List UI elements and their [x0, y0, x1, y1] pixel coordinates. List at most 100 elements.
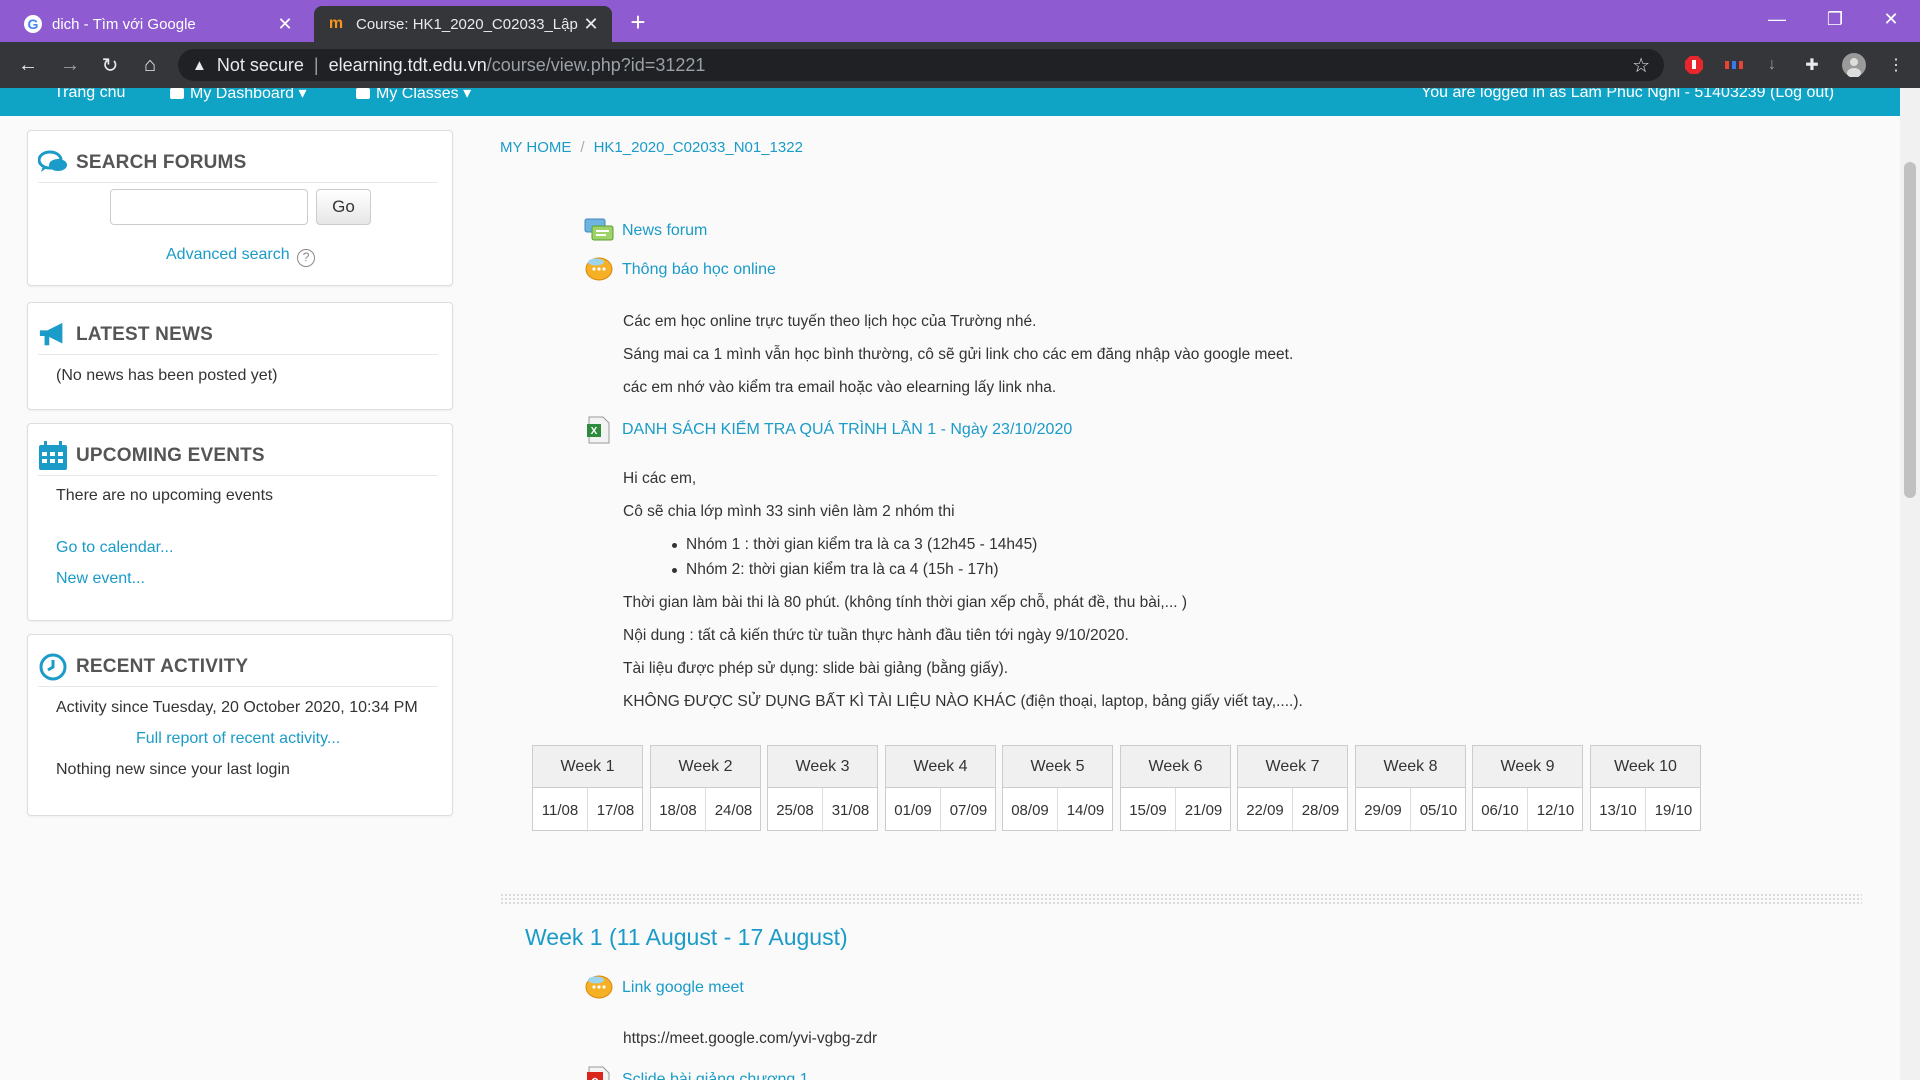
week-end-date: 31/08	[831, 801, 870, 819]
week-end-date: 28/09	[1301, 801, 1340, 819]
nav-classes[interactable]: My Classes ▾	[356, 88, 471, 110]
week-nav-cell[interactable]: Week 2 18/08 24/08	[650, 745, 761, 832]
week-nav-label[interactable]: Week 2	[651, 746, 760, 788]
tab-title: Course: HK1_2020_C02033_Lập trì	[356, 15, 582, 33]
week-start-date: 18/08	[651, 788, 706, 832]
nav-dashboard[interactable]: My Dashboard ▾	[170, 88, 307, 110]
week-nav-cell[interactable]: Week 10 13/10 19/10	[1590, 745, 1701, 832]
divider: |	[313, 54, 319, 75]
week-nav-cell[interactable]: Week 4 01/09 07/09	[885, 745, 996, 832]
download-icon[interactable]: ↓	[1760, 53, 1784, 77]
news-forum-link[interactable]: News forum	[622, 222, 707, 240]
week-nav-cell[interactable]: Week 6 15/09 21/09	[1120, 745, 1231, 832]
close-window-button[interactable]: ✕	[1868, 0, 1914, 38]
week-nav-label[interactable]: Week 9	[1473, 746, 1582, 788]
extensions-puzzle-icon[interactable]: ✚	[1800, 53, 1824, 77]
close-icon[interactable]: ✕	[582, 14, 600, 35]
breadcrumb-separator: /	[580, 139, 585, 156]
profile-avatar[interactable]	[1842, 53, 1866, 77]
breadcrumb: MY HOME / HK1_2020_C02033_N01_1322	[500, 139, 803, 156]
thong-bao-link[interactable]: Thông báo học online	[622, 261, 776, 279]
bookmark-star-icon[interactable]: ☆	[1632, 53, 1650, 78]
new-event-link[interactable]: New event...	[56, 570, 145, 588]
page-scrollbar[interactable]	[1900, 88, 1920, 1080]
activity-slide[interactable]: Sclide bài giảng chương 1	[584, 1066, 809, 1080]
week-nav-label[interactable]: Week 7	[1238, 746, 1347, 788]
week-nav-label[interactable]: Week 3	[768, 746, 877, 788]
extension-color-icon[interactable]	[1722, 53, 1746, 77]
full-report-link[interactable]: Full report of recent activity...	[136, 730, 340, 748]
address-bar[interactable]: ▲ Not secure | elearning.tdt.edu.vn/cour…	[178, 49, 1664, 81]
site-navbar: Trang chủ My Dashboard ▾ My Classes ▾ Yo…	[0, 88, 1900, 116]
advanced-search-label: Advanced search	[166, 246, 290, 263]
block-title: RECENT ACTIVITY	[76, 655, 249, 677]
menu-kebab-icon[interactable]: ⋮	[1884, 53, 1908, 77]
week-start-date: 29/09	[1356, 788, 1411, 832]
week-start-date: 22/09	[1238, 788, 1293, 832]
classes-icon	[356, 88, 370, 99]
home-icon[interactable]: ⌂	[136, 51, 164, 79]
reload-icon[interactable]: ↻	[96, 51, 124, 79]
nav-home[interactable]: Trang chủ	[54, 88, 125, 110]
week-nav-label[interactable]: Week 4	[886, 746, 995, 788]
week-nav-cell[interactable]: Week 3 25/08 31/08	[767, 745, 878, 832]
forward-icon[interactable]: →	[56, 51, 84, 79]
week-nav-label[interactable]: Week 6	[1121, 746, 1230, 788]
danh-sach-link[interactable]: DANH SÁCH KIỂM TRA QUÁ TRÌNH LẦN 1 - Ngà…	[622, 421, 1072, 439]
week-nav-label[interactable]: Week 8	[1356, 746, 1465, 788]
url-host: elearning.tdt.edu.vn	[328, 54, 487, 75]
dashboard-icon	[170, 88, 184, 99]
login-info[interactable]: You are logged in as Lâm Phúc Nghi - 514…	[1421, 88, 1834, 110]
week-start-date: 08/09	[1003, 788, 1058, 832]
google-icon: G	[24, 15, 42, 33]
calendar-icon	[38, 440, 68, 470]
browser-tab-google[interactable]: G dich - Tìm với Google ✕	[12, 6, 306, 42]
announcement-line: Các em học online trực tuyến theo lịch h…	[623, 313, 1037, 330]
breadcrumb-course[interactable]: HK1_2020_C02033_N01_1322	[594, 139, 803, 156]
activity-news-forum[interactable]: News forum	[584, 217, 707, 245]
week-nav-cell[interactable]: Week 1 11/08 17/08	[532, 745, 643, 832]
activity-google-meet[interactable]: Link google meet	[584, 974, 744, 1002]
week-nav-cell[interactable]: Week 7 22/09 28/09	[1237, 745, 1348, 832]
extension-adblock-icon[interactable]	[1682, 53, 1706, 77]
week-nav-cell[interactable]: Week 9 06/10 12/10	[1472, 745, 1583, 832]
activity-danh-sach[interactable]: X DANH SÁCH KIỂM TRA QUÁ TRÌNH LẦN 1 - N…	[584, 416, 1072, 444]
slide-link[interactable]: Sclide bài giảng chương 1	[622, 1071, 809, 1080]
go-to-calendar-link[interactable]: Go to calendar...	[56, 539, 173, 557]
new-tab-button[interactable]: +	[624, 7, 652, 37]
week-nav-label[interactable]: Week 1	[533, 746, 642, 788]
week-start-date: 13/10	[1591, 788, 1646, 832]
search-forums-input[interactable]	[110, 189, 308, 225]
list-item: Nhóm 1 : thời gian kiểm tra là ca 3 (12h…	[671, 536, 1038, 553]
block-title: UPCOMING EVENTS	[76, 444, 265, 466]
block-header: UPCOMING EVENTS	[38, 436, 438, 476]
week-start-date: 25/08	[768, 788, 823, 832]
go-button[interactable]: Go	[316, 189, 371, 225]
week-end-date: 05/10	[1419, 801, 1458, 819]
maximize-button[interactable]: ❐	[1812, 0, 1858, 38]
help-icon[interactable]: ?	[297, 249, 316, 267]
week-nav-cell[interactable]: Week 5 08/09 14/09	[1002, 745, 1113, 832]
block-header: LATEST NEWS	[38, 315, 438, 355]
block-search-forums: SEARCH FORUMS Go Advanced search ?	[27, 130, 453, 286]
megaphone-icon	[38, 321, 68, 349]
back-icon[interactable]: ←	[14, 51, 42, 79]
scrollbar-thumb[interactable]	[1904, 162, 1916, 498]
announcement-line: các em nhớ vào kiểm tra email hoặc vào e…	[623, 379, 1057, 396]
block-upcoming-events: UPCOMING EVENTS There are no upcoming ev…	[27, 423, 453, 621]
excel-file-icon: X	[584, 416, 614, 444]
browser-tab-course[interactable]: m Course: HK1_2020_C02033_Lập trì ✕	[314, 6, 612, 42]
week-nav-label[interactable]: Week 5	[1003, 746, 1112, 788]
breadcrumb-my-home[interactable]: MY HOME	[500, 139, 571, 156]
week1-section-title[interactable]: Week 1 (11 August - 17 August)	[525, 924, 848, 951]
week-end-date: 14/09	[1066, 801, 1105, 819]
activity-thong-bao[interactable]: Thông báo học online	[584, 256, 776, 284]
google-meet-link[interactable]: Link google meet	[622, 979, 744, 997]
block-header: SEARCH FORUMS	[38, 143, 438, 183]
close-icon[interactable]: ✕	[276, 14, 294, 35]
advanced-search-link[interactable]: Advanced search ?	[166, 246, 316, 267]
week-nav-label[interactable]: Week 10	[1591, 746, 1700, 788]
week-nav-cell[interactable]: Week 8 29/09 05/10	[1355, 745, 1466, 832]
url-path: /course/view.php?id=31221	[486, 54, 706, 75]
minimize-button[interactable]: —	[1754, 0, 1800, 38]
